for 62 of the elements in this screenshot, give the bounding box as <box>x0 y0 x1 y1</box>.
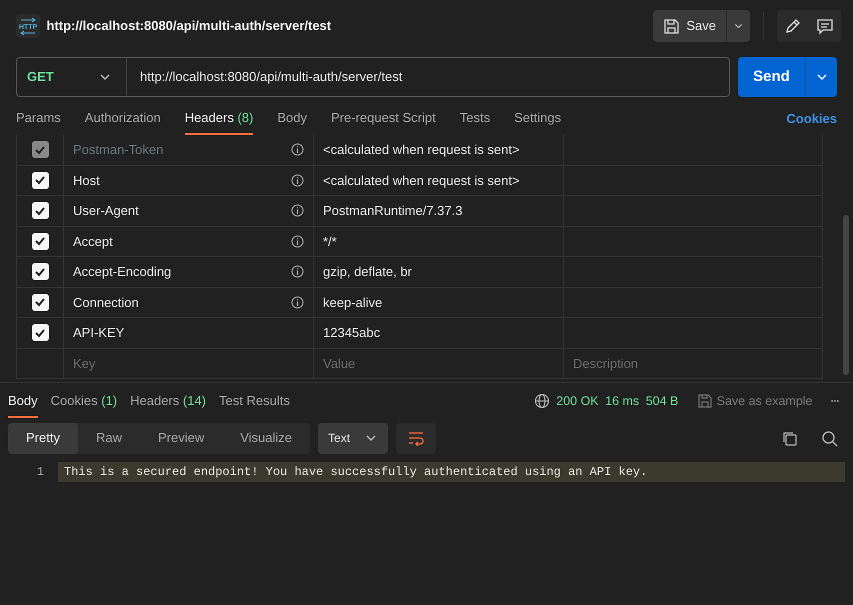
header-value: */* <box>323 232 337 250</box>
checkbox[interactable] <box>32 294 48 311</box>
url-field[interactable]: GET http://localhost:8080/api/multi-auth/server/test <box>16 57 730 97</box>
checkbox[interactable] <box>32 324 48 342</box>
info-icon <box>291 143 304 156</box>
globe-icon <box>534 393 550 410</box>
info-icon <box>291 234 304 248</box>
scrollbar[interactable] <box>843 215 849 375</box>
header-value: gzip, deflate, br <box>323 263 412 281</box>
cookies-link[interactable]: Cookies <box>786 109 837 135</box>
request-tab[interactable]: Pre-request Script <box>330 104 436 135</box>
checkbox[interactable] <box>32 202 48 220</box>
info-icon <box>291 296 304 309</box>
header-key: Accept-Encoding <box>73 262 172 282</box>
header-value: <calculated when request is sent> <box>323 172 520 190</box>
info-icon <box>291 265 304 278</box>
status-code: 200 OK <box>556 392 599 410</box>
header-key: User-Agent <box>73 201 139 220</box>
view-mode-tab[interactable]: Pretty <box>8 422 78 454</box>
request-tab[interactable]: Body <box>277 104 307 135</box>
search-icon <box>820 430 838 446</box>
header-key: Connection <box>73 292 139 312</box>
save-button[interactable]: Save <box>653 10 726 42</box>
save-icon <box>697 393 714 410</box>
response-tab[interactable]: Cookies (1) <box>50 386 118 418</box>
info-icon <box>291 204 304 218</box>
request-tab[interactable]: Settings <box>514 104 562 135</box>
checkbox[interactable] <box>32 263 48 280</box>
format-dropdown[interactable]: Text <box>318 422 388 454</box>
request-tab[interactable]: Tests <box>460 104 490 135</box>
header-value: 12345abc <box>323 324 380 342</box>
pencil-icon <box>784 17 802 35</box>
method-dropdown[interactable]: GET <box>17 58 127 96</box>
checkbox[interactable] <box>32 232 48 250</box>
request-title: http://localhost:8080/api/multi-auth/server/test <box>46 17 332 36</box>
view-mode-tab[interactable]: Preview <box>140 422 222 454</box>
header-value: PostmanRuntime/7.37.3 <box>323 202 462 220</box>
send-button[interactable]: Send <box>738 57 805 97</box>
header-value: <calculated when request is sent> <box>323 141 520 159</box>
wrap-lines-button[interactable] <box>396 422 436 454</box>
response-tab[interactable]: Test Results <box>219 386 290 418</box>
response-tab[interactable]: Body <box>8 386 38 418</box>
line-number: 1 <box>36 464 45 481</box>
header-key: API-KEY <box>73 323 124 342</box>
checkbox[interactable] <box>32 172 48 189</box>
request-tab[interactable]: Params <box>16 104 61 135</box>
response-tab[interactable]: Headers (14) <box>130 386 206 418</box>
comment-icon <box>816 17 834 35</box>
request-tab[interactable]: Authorization <box>84 104 161 135</box>
copy-icon <box>780 430 798 446</box>
request-tab[interactable]: Headers (8) <box>184 104 254 135</box>
header-key: Host <box>73 170 100 190</box>
header-key: Accept <box>73 232 113 251</box>
response-time: 16 ms <box>605 392 640 410</box>
info-icon <box>291 174 304 187</box>
view-mode-tab[interactable]: Raw <box>78 422 140 454</box>
view-mode-tab[interactable]: Visualize <box>222 422 310 454</box>
header-value: keep-alive <box>323 294 382 312</box>
save-as-example-button[interactable]: Save as example <box>691 390 818 412</box>
response-size: 504 B <box>646 392 678 410</box>
header-key: Postman-Token <box>73 140 164 160</box>
save-icon <box>663 18 680 34</box>
